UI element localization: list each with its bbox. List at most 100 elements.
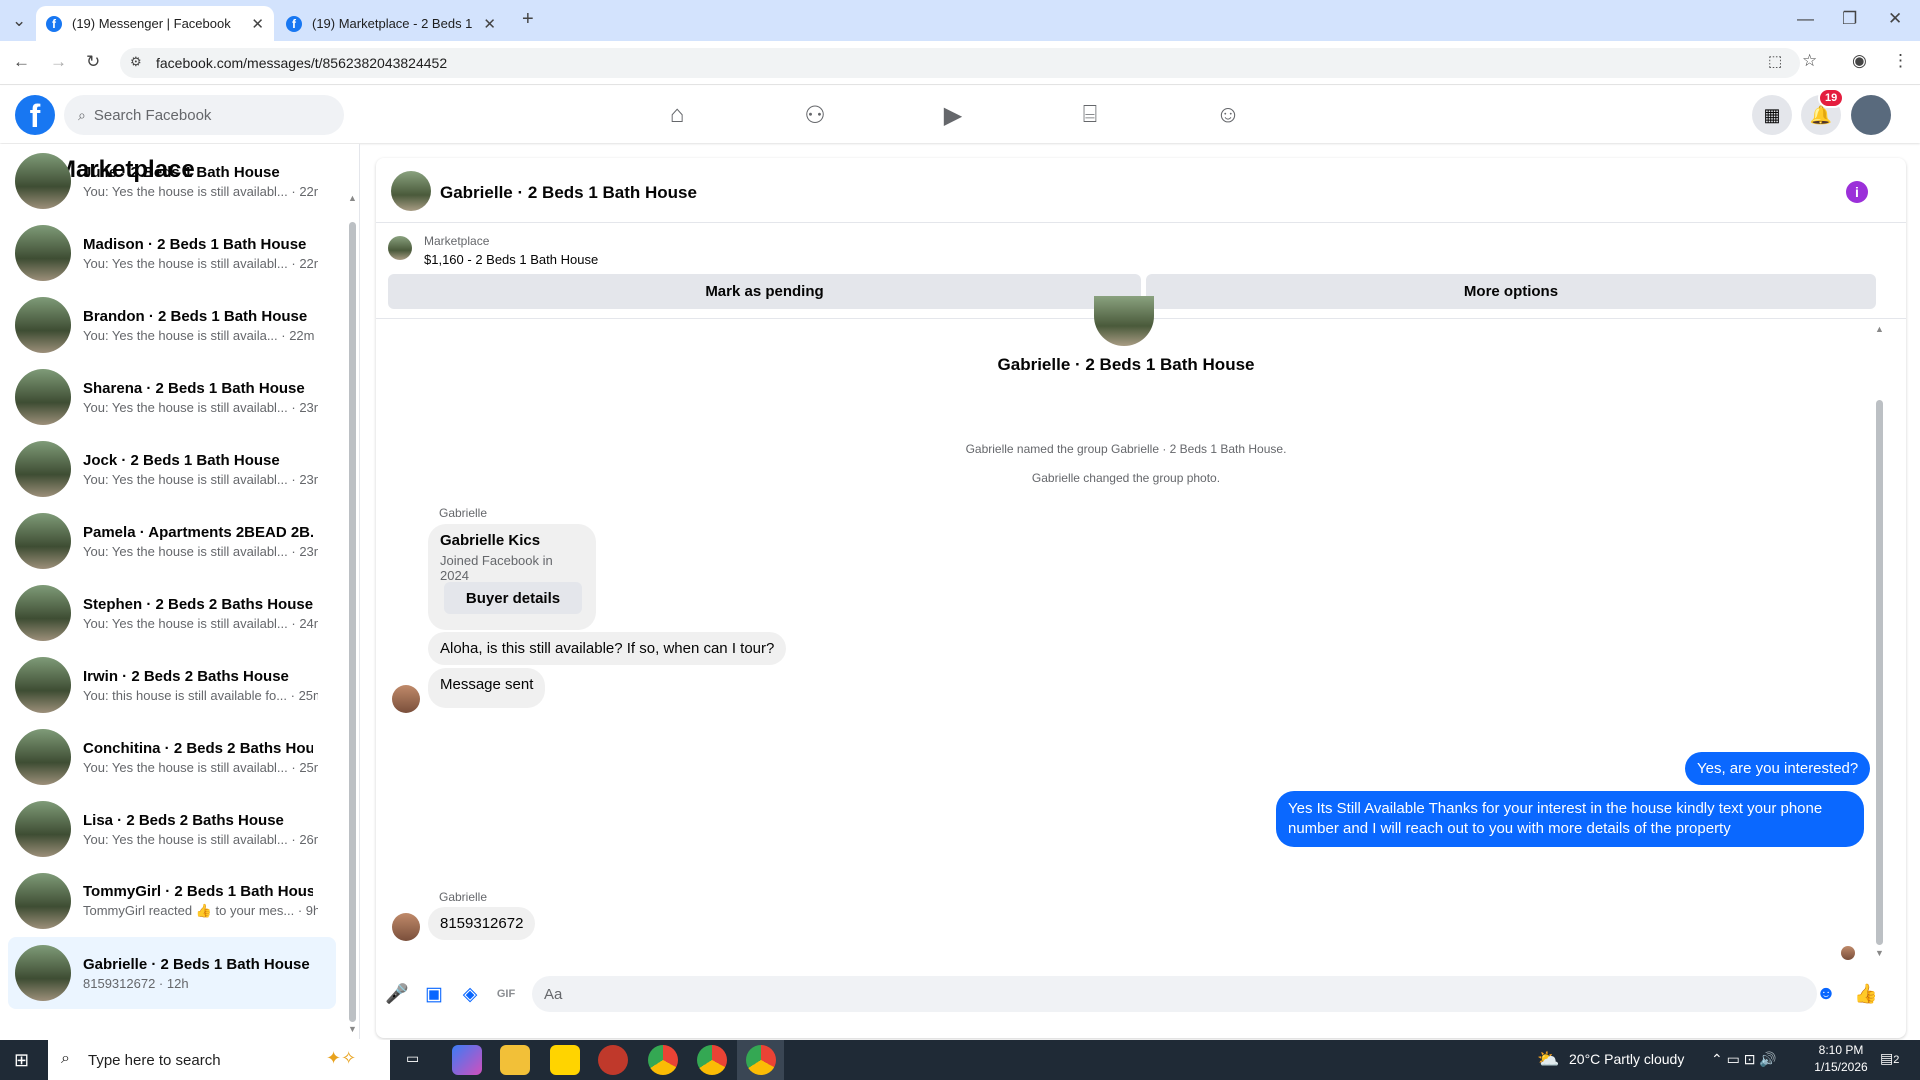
restore-icon[interactable]: ❐: [1842, 9, 1857, 29]
app-icon[interactable]: [598, 1045, 628, 1075]
outgoing-message[interactable]: Yes Its Still Available Thanks for your …: [1276, 791, 1864, 847]
profile-icon[interactable]: ◉: [1852, 51, 1867, 71]
incoming-message[interactable]: Aloha, is this still available? If so, w…: [428, 632, 787, 665]
conversation-preview: You: Yes the house is still availabl... …: [83, 831, 318, 847]
chat-avatar[interactable]: [391, 171, 431, 211]
conversation-item[interactable]: Conchitina · 2 Beds 2 Baths House You: Ye…: [8, 721, 336, 793]
sidebar-scrollbar[interactable]: [349, 222, 356, 1022]
conversation-item[interactable]: Gabrielle · 2 Beds 1 Bath House 815931267…: [8, 937, 336, 1009]
video-icon[interactable]: ▶: [937, 100, 969, 130]
search-icon: ⌕: [78, 106, 86, 123]
marketplace-icon[interactable]: ⌸: [1074, 100, 1106, 130]
like-thumb-icon[interactable]: 👍: [1854, 982, 1878, 1006]
back-icon[interactable]: ←: [13, 52, 30, 72]
conversation-item[interactable]: Pamela · Apartments 2BEAD 2B... You: Yes …: [8, 505, 336, 577]
conversation-preview: You: Yes the house is still availabl... …: [83, 543, 318, 559]
conversation-avatar: [15, 369, 71, 425]
sender-avatar[interactable]: [392, 685, 420, 713]
scroll-down-icon[interactable]: ▼: [1875, 948, 1884, 958]
copilot-app-icon[interactable]: [452, 1045, 482, 1075]
outgoing-message[interactable]: Yes, are you interested?: [1685, 752, 1871, 785]
account-avatar[interactable]: [1851, 95, 1891, 135]
conversation-avatar: [15, 657, 71, 713]
gif-icon[interactable]: GIF: [494, 982, 518, 1006]
conversation-item[interactable]: Jock · 2 Beds 1 Bath House You: Yes the h…: [8, 433, 336, 505]
tab-messenger[interactable]: f (19) Messenger | Facebook ✕: [36, 6, 274, 41]
address-bar[interactable]: ⚙ facebook.com/messages/t/85623820438244…: [120, 48, 1800, 78]
groups-icon[interactable]: ☺: [1212, 100, 1244, 130]
conversation-preview: You: Yes the house is still availabl... …: [83, 183, 318, 199]
system-message: Gabrielle named the group Gabrielle · 2 …: [965, 442, 1287, 456]
taskbar-search-placeholder: Type here to search: [88, 1051, 221, 1069]
close-tab-icon[interactable]: ✕: [483, 15, 496, 33]
conversation-preview: 8159312672 · 12h: [83, 975, 189, 991]
taskbar-search[interactable]: ⌕ Type here to search ✦✧: [48, 1040, 390, 1080]
tab-title: (19) Marketplace - 2 Beds 1 Bath: [312, 16, 475, 31]
home-icon[interactable]: ⌂: [661, 100, 693, 130]
more-options-button[interactable]: More options: [1146, 274, 1876, 309]
conversation-name: Brandon · 2 Beds 1 Bath House: [83, 307, 308, 325]
notification-count: 2: [1893, 1054, 1900, 1066]
clock[interactable]: 8:10 PM 1/15/2026: [1813, 1043, 1869, 1074]
minimize-icon[interactable]: —: [1797, 9, 1814, 29]
buyer-details-button[interactable]: Buyer details: [444, 582, 582, 614]
conversation-item[interactable]: Madison · 2 Beds 1 Bath House You: Yes th…: [8, 217, 336, 289]
chrome-icon[interactable]: [697, 1045, 727, 1075]
info-icon[interactable]: i: [1846, 181, 1868, 203]
message-input[interactable]: Aa: [532, 976, 1817, 1012]
chat-scrollbar[interactable]: [1876, 400, 1883, 945]
file-explorer-icon[interactable]: [500, 1045, 530, 1075]
new-tab-icon[interactable]: +: [522, 8, 534, 31]
incoming-message[interactable]: Message sent: [428, 668, 546, 708]
bookmark-star-icon[interactable]: ☆: [1802, 51, 1817, 71]
conversation-name: Lisa · 2 Beds 2 Baths House: [83, 811, 284, 829]
chrome-icon[interactable]: [648, 1045, 678, 1075]
reload-icon[interactable]: ↻: [86, 52, 100, 72]
close-tab-icon[interactable]: ✕: [251, 15, 264, 33]
tab-search-icon[interactable]: ⌄: [12, 11, 26, 31]
tab-marketplace[interactable]: f (19) Marketplace - 2 Beds 1 Bath ✕: [276, 6, 506, 41]
conversation-preview: TommyGirl reacted 👍 to your mes... · 9h: [83, 903, 318, 918]
notification-center-icon[interactable]: ▤2: [1880, 1050, 1899, 1067]
conversation-item[interactable]: Julie · 2 Beds 1 Bath House You: Yes the …: [8, 145, 336, 217]
conversation-item[interactable]: Brandon · 2 Beds 1 Bath House You: Yes th…: [8, 289, 336, 361]
buyer-joined: Joined Facebook in 2024: [440, 553, 553, 583]
chrome-icon[interactable]: [746, 1045, 776, 1075]
microphone-icon[interactable]: 🎤: [385, 982, 409, 1006]
listing-description[interactable]: $1,160 - 2 Beds 1 Bath House: [424, 252, 598, 267]
scroll-up-icon[interactable]: ▲: [348, 193, 357, 203]
friends-icon[interactable]: ⚇: [799, 100, 831, 130]
task-view-icon[interactable]: ▭: [406, 1050, 419, 1067]
conversation-item[interactable]: Lisa · 2 Beds 2 Baths House You: Yes the …: [8, 793, 336, 865]
menu-grid-icon[interactable]: ▦: [1752, 95, 1792, 135]
scroll-up-icon[interactable]: ▲: [1875, 324, 1884, 334]
sticky-notes-icon[interactable]: [550, 1045, 580, 1075]
buyer-profile-card: Gabrielle Kics Joined Facebook in 2024: [428, 524, 596, 630]
menu-icon[interactable]: ⋮: [1892, 51, 1909, 71]
conversation-item[interactable]: Sharena · 2 Beds 1 Bath House You: Yes th…: [8, 361, 336, 433]
conversation-preview: You: Yes the house is still availa... · …: [83, 327, 315, 343]
forward-icon[interactable]: →: [50, 52, 67, 72]
emoji-icon[interactable]: ☻: [1814, 982, 1838, 1006]
install-app-icon[interactable]: ⬚: [1768, 52, 1782, 70]
sticker-icon[interactable]: ◈: [458, 982, 482, 1006]
chat-title[interactable]: Gabrielle · 2 Beds 1 Bath House: [440, 183, 697, 203]
conversation-item[interactable]: Stephen · 2 Beds 2 Baths House You: Yes t…: [8, 577, 336, 649]
conversation-avatar: [15, 801, 71, 857]
mark-as-pending-button[interactable]: Mark as pending: [388, 274, 1141, 309]
tray-icons[interactable]: ⌃ ▭ ⊡ 🔊: [1711, 1051, 1777, 1068]
facebook-search-input[interactable]: ⌕ Search Facebook: [64, 95, 344, 135]
conversation-item[interactable]: TommyGirl · 2 Beds 1 Bath House TommyGirl…: [8, 865, 336, 937]
sender-avatar[interactable]: [392, 913, 420, 941]
conversation-name: Jock · 2 Beds 1 Bath House: [83, 451, 280, 469]
sender-name: Gabrielle: [439, 506, 488, 520]
windows-start-icon[interactable]: ⊞: [14, 1050, 29, 1071]
close-window-icon[interactable]: ✕: [1888, 9, 1902, 29]
weather-text[interactable]: 20°C Partly cloudy: [1569, 1051, 1684, 1067]
incoming-message[interactable]: 8159312672: [428, 907, 536, 940]
conversation-item[interactable]: Irwin · 2 Beds 2 Baths House You: this ho…: [8, 649, 336, 721]
site-info-icon[interactable]: ⚙: [130, 54, 142, 70]
facebook-logo-icon[interactable]: f: [15, 95, 55, 135]
photo-icon[interactable]: ▣: [422, 982, 446, 1006]
scroll-down-icon[interactable]: ▼: [348, 1024, 357, 1034]
